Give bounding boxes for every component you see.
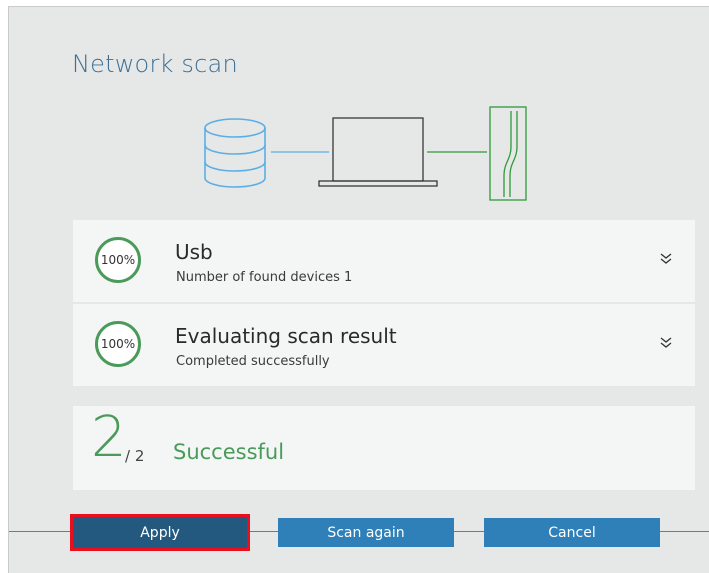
cancel-button[interactable]: Cancel xyxy=(484,518,660,547)
scan-step-subtitle: Number of found devices 1 xyxy=(176,270,353,285)
chevron-double-down-icon[interactable] xyxy=(659,334,673,350)
scan-step-evaluation[interactable]: 100% Evaluating scan result Completed su… xyxy=(73,304,695,386)
completed-count: 2 xyxy=(91,405,127,470)
scan-summary: 2 / 2 Successful xyxy=(73,406,695,490)
progress-circle: 100% xyxy=(95,237,141,283)
scan-again-button[interactable]: Scan again xyxy=(278,518,454,547)
network-scan-dialog: Network scan 100% Usb Number of found de… xyxy=(8,6,709,573)
status-text: Successful xyxy=(173,440,285,464)
device-icon xyxy=(489,106,527,201)
progress-circle: 100% xyxy=(95,321,141,367)
scan-step-title: Evaluating scan result xyxy=(175,324,397,348)
scan-step-title: Usb xyxy=(175,240,213,264)
scan-step-usb[interactable]: 100% Usb Number of found devices 1 xyxy=(73,220,695,302)
chevron-double-down-icon[interactable] xyxy=(659,250,673,266)
total-count: / 2 xyxy=(125,447,145,465)
apply-button[interactable]: Apply xyxy=(70,514,250,551)
scan-step-subtitle: Completed successfully xyxy=(176,354,330,369)
scan-diagram xyxy=(204,106,527,201)
database-icon xyxy=(204,118,266,188)
laptop-icon xyxy=(318,117,438,187)
